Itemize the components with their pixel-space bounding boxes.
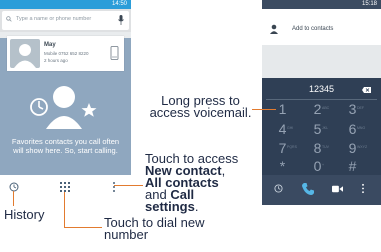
key-digit: 3 [348,101,357,117]
dial-label-line2: number [104,227,149,242]
suggestions-area [262,45,381,78]
status-bar: 14:50 [0,0,131,9]
key-letters: WXYZ [357,145,368,149]
dial-callout-line-horizontal [64,227,102,228]
history-label: History [4,207,45,222]
menu-icon[interactable] [361,183,365,194]
call-icon[interactable] [301,182,315,196]
dialpad-key[interactable]: 2 ABC [301,101,334,120]
dialpad-key[interactable]: 1 [266,101,299,120]
key-digit: # [348,158,357,174]
key-letters: ABC [322,106,330,110]
search-placeholder: Type a name or phone number [16,16,92,22]
key-digit: * [279,158,286,174]
dialpad-key[interactable]: 3 DEF [336,101,369,120]
backspace-icon[interactable] [362,87,371,93]
dialpad-key[interactable]: 4 GHI [266,121,299,140]
menu-icon[interactable] [112,181,116,193]
dial-callout-line [64,192,65,227]
mobile-phone-icon[interactable] [110,46,119,60]
status-time: 15:18 [361,1,377,7]
key-digit: 5 [313,121,322,137]
dialpad-key[interactable]: 6 MNO [336,121,369,140]
key-letters: GHI [287,126,294,130]
contact-name: May [44,42,56,48]
key-letters: DEF [357,106,364,110]
history-icon[interactable] [9,182,19,192]
favorites-empty-illustration [30,86,97,129]
dial-new-number-label: Touch to dial new number [104,216,204,242]
voicemail-line2: access voicemail. [149,105,252,120]
add-to-contacts-label[interactable]: Add to contacts [292,26,333,32]
dialpad-icon[interactable] [60,182,70,192]
key-letters: + [322,163,325,167]
key-letters: TUV [322,145,329,149]
search-icon [6,16,12,22]
history-icon[interactable] [274,184,283,193]
key-letters: MNO [357,126,366,130]
voicemail-annotation: Long press to access voicemail. [149,94,252,120]
search-bar[interactable]: Type a name or phone number [2,11,129,30]
menu-callout-line [114,185,143,186]
key-letters: PQRS [287,145,297,149]
dialpad-key[interactable]: 5 JKL [301,121,334,140]
video-call-icon[interactable] [332,185,343,193]
contact-number: Mobile 0752 652 8220 [44,51,89,56]
favorite-contact-card[interactable]: May Mobile 0752 652 8220 2 hours ago [7,36,124,71]
voicemail-callout-line [252,109,276,110]
dialpad-key[interactable]: 7 PQRS [266,140,299,159]
call-time: 2 hours ago [44,58,68,63]
favorites-empty-message: Favorites contacts you call often will s… [11,137,120,155]
settings-label: settings [145,199,195,214]
key-letters: JKL [322,126,329,130]
add-contact-icon [270,24,278,34]
person-icon [14,44,36,68]
key-digit: 0 [313,158,322,174]
dialpad-key[interactable]: 9 WXYZ [336,140,369,159]
dialpad-key[interactable]: 8 TUV [301,140,334,159]
microphone-icon[interactable] [118,15,124,25]
status-time: 14:50 [111,1,127,7]
history-callout-line [13,191,14,206]
avatar [10,39,40,68]
number-underline [266,99,377,100]
key-digit: 8 [313,140,322,156]
key-digit: 4 [278,121,287,137]
menu-annotation: Touch to access New contact, All contact… [145,152,255,214]
status-bar: 15:18 [262,0,381,9]
